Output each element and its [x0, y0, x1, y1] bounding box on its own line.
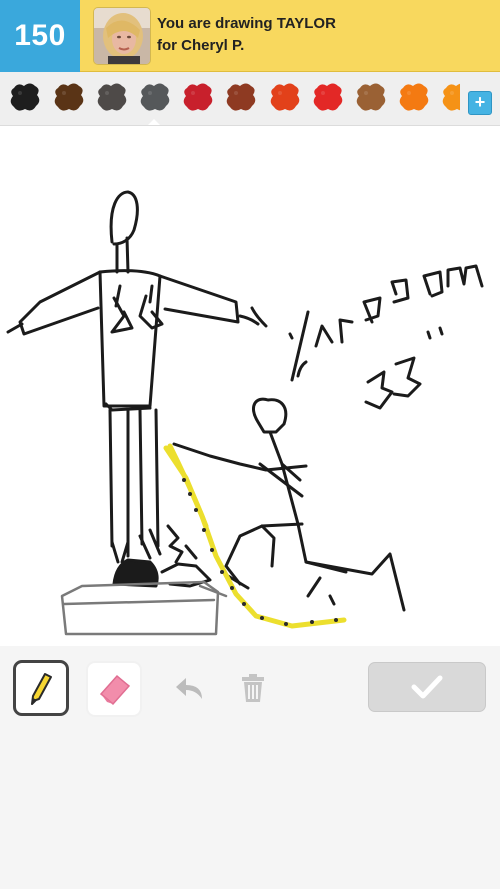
color-swatch-orange[interactable]	[397, 80, 431, 114]
color-swatch-black[interactable]	[8, 80, 42, 114]
drawing-for-line: for Cheryl P.	[157, 37, 245, 54]
color-swatch-dark-gray[interactable]	[95, 80, 129, 114]
selected-color-pointer	[148, 119, 160, 125]
trash-icon	[242, 674, 264, 702]
color-swatch-red-orange[interactable]	[268, 80, 302, 114]
header-bar: 150 You are drawing TAYLOR for Cheryl P.	[0, 0, 500, 72]
paint-splat-icon	[140, 83, 170, 111]
color-swatch-rust-brown[interactable]	[224, 80, 258, 114]
tool-bar	[0, 646, 500, 889]
paint-splat-icon	[183, 83, 213, 111]
color-swatch-gray[interactable]	[138, 80, 172, 114]
pencil-icon	[31, 673, 52, 705]
drawing-prompt: You are drawing TAYLOR for Cheryl P.	[157, 13, 336, 57]
score-value: 150	[14, 19, 66, 52]
done-button[interactable]	[368, 662, 486, 712]
drawing-strokes	[6, 190, 484, 636]
paint-splat-icon	[399, 83, 429, 111]
undo-icon	[176, 678, 202, 699]
pencil-tool-button[interactable]	[13, 660, 69, 716]
paint-splat-icon	[10, 83, 40, 111]
paint-splat-icon	[313, 83, 343, 111]
avatar	[94, 8, 150, 64]
trash-button[interactable]	[235, 670, 271, 706]
color-swatch-light-orange[interactable]	[440, 80, 460, 114]
color-swatch-dark-brown[interactable]	[52, 80, 86, 114]
avatar-photo-icon	[94, 8, 150, 64]
drawing-word-line: You are drawing TAYLOR	[157, 15, 336, 32]
drawing-canvas[interactable]	[0, 126, 500, 646]
paint-splat-icon	[356, 83, 386, 111]
eraser-tool-button[interactable]	[86, 661, 142, 717]
paint-splat-icon	[442, 83, 460, 111]
checkmark-icon	[411, 675, 443, 699]
paint-splat-icon	[226, 83, 256, 111]
eraser-icon	[99, 674, 131, 706]
color-swatch-crimson[interactable]	[181, 80, 215, 114]
plus-icon: +	[474, 92, 486, 112]
add-color-button[interactable]: +	[468, 91, 492, 115]
paint-splat-icon	[97, 83, 127, 111]
color-swatch-tan-brown[interactable]	[354, 80, 388, 114]
color-swatch-red[interactable]	[311, 80, 345, 114]
undo-button[interactable]	[172, 670, 208, 706]
paint-splat-icon	[54, 83, 84, 111]
score-badge: 150	[0, 0, 80, 72]
paint-splat-icon	[270, 83, 300, 111]
